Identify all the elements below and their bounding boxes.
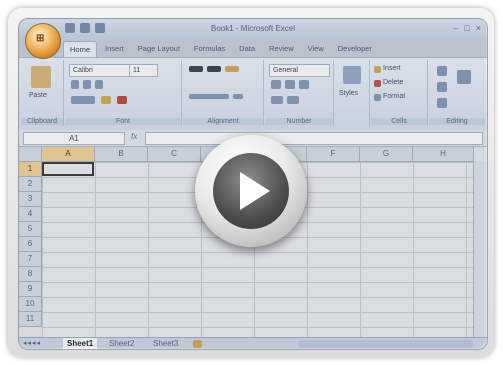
font-name-select[interactable]: Calibri [69, 64, 130, 77]
delete-cells-button[interactable]: Delete [383, 79, 403, 86]
insert-cells-button[interactable]: Insert [383, 65, 401, 72]
row-header-10[interactable]: 10 [19, 297, 42, 312]
title-bar: Book1 - Microsoft Excel – □ × [19, 19, 487, 41]
group-cells: Insert Delete Format Cells [371, 60, 428, 126]
office-logo-icon: ⊞ [36, 33, 45, 44]
row-header-4[interactable]: 4 [19, 207, 42, 222]
tab-insert[interactable]: Insert [99, 41, 130, 57]
play-button[interactable] [195, 135, 307, 247]
delete-icon [374, 80, 381, 87]
office-button[interactable]: ⊞ [25, 23, 61, 59]
row-header-8[interactable]: 8 [19, 267, 42, 282]
align-top-icon[interactable] [189, 66, 203, 72]
wrap-text-icon[interactable] [225, 66, 239, 72]
fx-icon[interactable]: fx [131, 132, 137, 141]
row-header-11[interactable]: 11 [19, 312, 42, 327]
styles-label[interactable]: Styles [339, 90, 358, 97]
row-header-1[interactable]: 1 [19, 162, 42, 177]
tab-review[interactable]: Review [263, 41, 300, 57]
close-button[interactable]: × [476, 23, 481, 33]
insert-icon [374, 66, 381, 73]
autosum-icon[interactable] [437, 66, 447, 76]
column-header-c[interactable]: C [148, 147, 201, 162]
group-styles: Styles [335, 60, 370, 126]
number-format-select[interactable]: General [269, 64, 330, 77]
fill-color-icon[interactable] [101, 96, 111, 104]
align-left-icon[interactable] [189, 94, 229, 99]
row-header-6[interactable]: 6 [19, 237, 42, 252]
formula-input[interactable] [145, 132, 483, 145]
ribbon: Paste Clipboard Calibri 11 Font Alignmen… [19, 57, 487, 131]
row-header-7[interactable]: 7 [19, 252, 42, 267]
name-box[interactable]: A1 [23, 132, 125, 145]
minimize-button[interactable]: – [453, 23, 458, 33]
group-alignment: Alignment [183, 60, 264, 126]
ribbon-tabs: Home Insert Page Layout Formulas Data Re… [63, 41, 378, 57]
play-icon [213, 153, 289, 229]
paste-label[interactable]: Paste [29, 92, 47, 99]
increase-decimal-icon[interactable] [271, 96, 283, 104]
horizontal-scrollbar[interactable] [299, 340, 473, 348]
tab-data[interactable]: Data [233, 41, 261, 57]
group-font: Calibri 11 Font [65, 60, 182, 126]
group-editing: Editing [429, 60, 485, 126]
format-icon [374, 94, 381, 101]
group-number: General Number [265, 60, 334, 126]
tab-page-layout[interactable]: Page Layout [132, 41, 186, 57]
sheet-tab-1[interactable]: Sheet1 [63, 338, 98, 349]
group-label-editing: Editing [429, 118, 485, 125]
paste-icon[interactable] [31, 66, 51, 88]
play-triangle-icon [240, 172, 270, 210]
row-header-3[interactable]: 3 [19, 192, 42, 207]
row-header-5[interactable]: 5 [19, 222, 42, 237]
decrease-decimal-icon[interactable] [287, 96, 299, 104]
bold-icon[interactable] [71, 80, 79, 89]
vertical-scrollbar[interactable] [473, 161, 487, 337]
clear-icon[interactable] [437, 98, 447, 108]
group-label-cells: Cells [371, 118, 427, 125]
window-controls: – □ × [453, 23, 481, 33]
row-header-9[interactable]: 9 [19, 282, 42, 297]
merge-center-icon[interactable] [233, 94, 243, 99]
format-cells-button[interactable]: Format [383, 93, 405, 100]
sheet-tab-2[interactable]: Sheet2 [105, 338, 138, 349]
font-color-icon[interactable] [117, 96, 127, 104]
font-size-select[interactable]: 11 [129, 64, 158, 77]
group-label-alignment: Alignment [183, 118, 263, 125]
group-label-clipboard: Clipboard [21, 118, 63, 125]
active-cell-a1[interactable] [42, 162, 94, 176]
column-header-b[interactable]: B [95, 147, 148, 162]
window-title: Book1 - Microsoft Excel [210, 24, 296, 33]
tab-home[interactable]: Home [63, 41, 98, 57]
column-header-f[interactable]: F [307, 147, 360, 162]
column-header-h[interactable]: H [413, 147, 474, 162]
maximize-button[interactable]: □ [464, 23, 469, 33]
sheet-nav-arrows-icon[interactable]: ◂◂◂◂ [23, 339, 41, 347]
sheet-tab-3[interactable]: Sheet3 [149, 338, 182, 349]
column-header-a[interactable]: A [42, 147, 95, 162]
tab-formulas[interactable]: Formulas [188, 41, 231, 57]
comma-icon[interactable] [299, 80, 309, 89]
percent-icon[interactable] [285, 80, 295, 89]
sort-filter-icon[interactable] [457, 70, 471, 84]
group-label-font: Font [65, 118, 181, 125]
align-middle-icon[interactable] [207, 66, 221, 72]
underline-icon[interactable] [95, 80, 103, 89]
italic-icon[interactable] [83, 80, 91, 89]
fill-icon[interactable] [437, 82, 447, 92]
group-label-number: Number [265, 118, 333, 125]
column-header-g[interactable]: G [360, 147, 413, 162]
styles-icon[interactable] [343, 66, 361, 84]
borders-icon[interactable] [71, 96, 95, 104]
tab-view[interactable]: View [302, 41, 330, 57]
select-all-corner[interactable] [19, 147, 42, 162]
sheet-tab-bar: ◂◂◂◂ Sheet1 Sheet2 Sheet3 [19, 337, 487, 349]
insert-sheet-icon[interactable] [193, 340, 202, 348]
row-header-2[interactable]: 2 [19, 177, 42, 192]
tab-developer[interactable]: Developer [332, 41, 378, 57]
group-clipboard: Paste Clipboard [21, 60, 64, 126]
currency-icon[interactable] [271, 80, 281, 89]
